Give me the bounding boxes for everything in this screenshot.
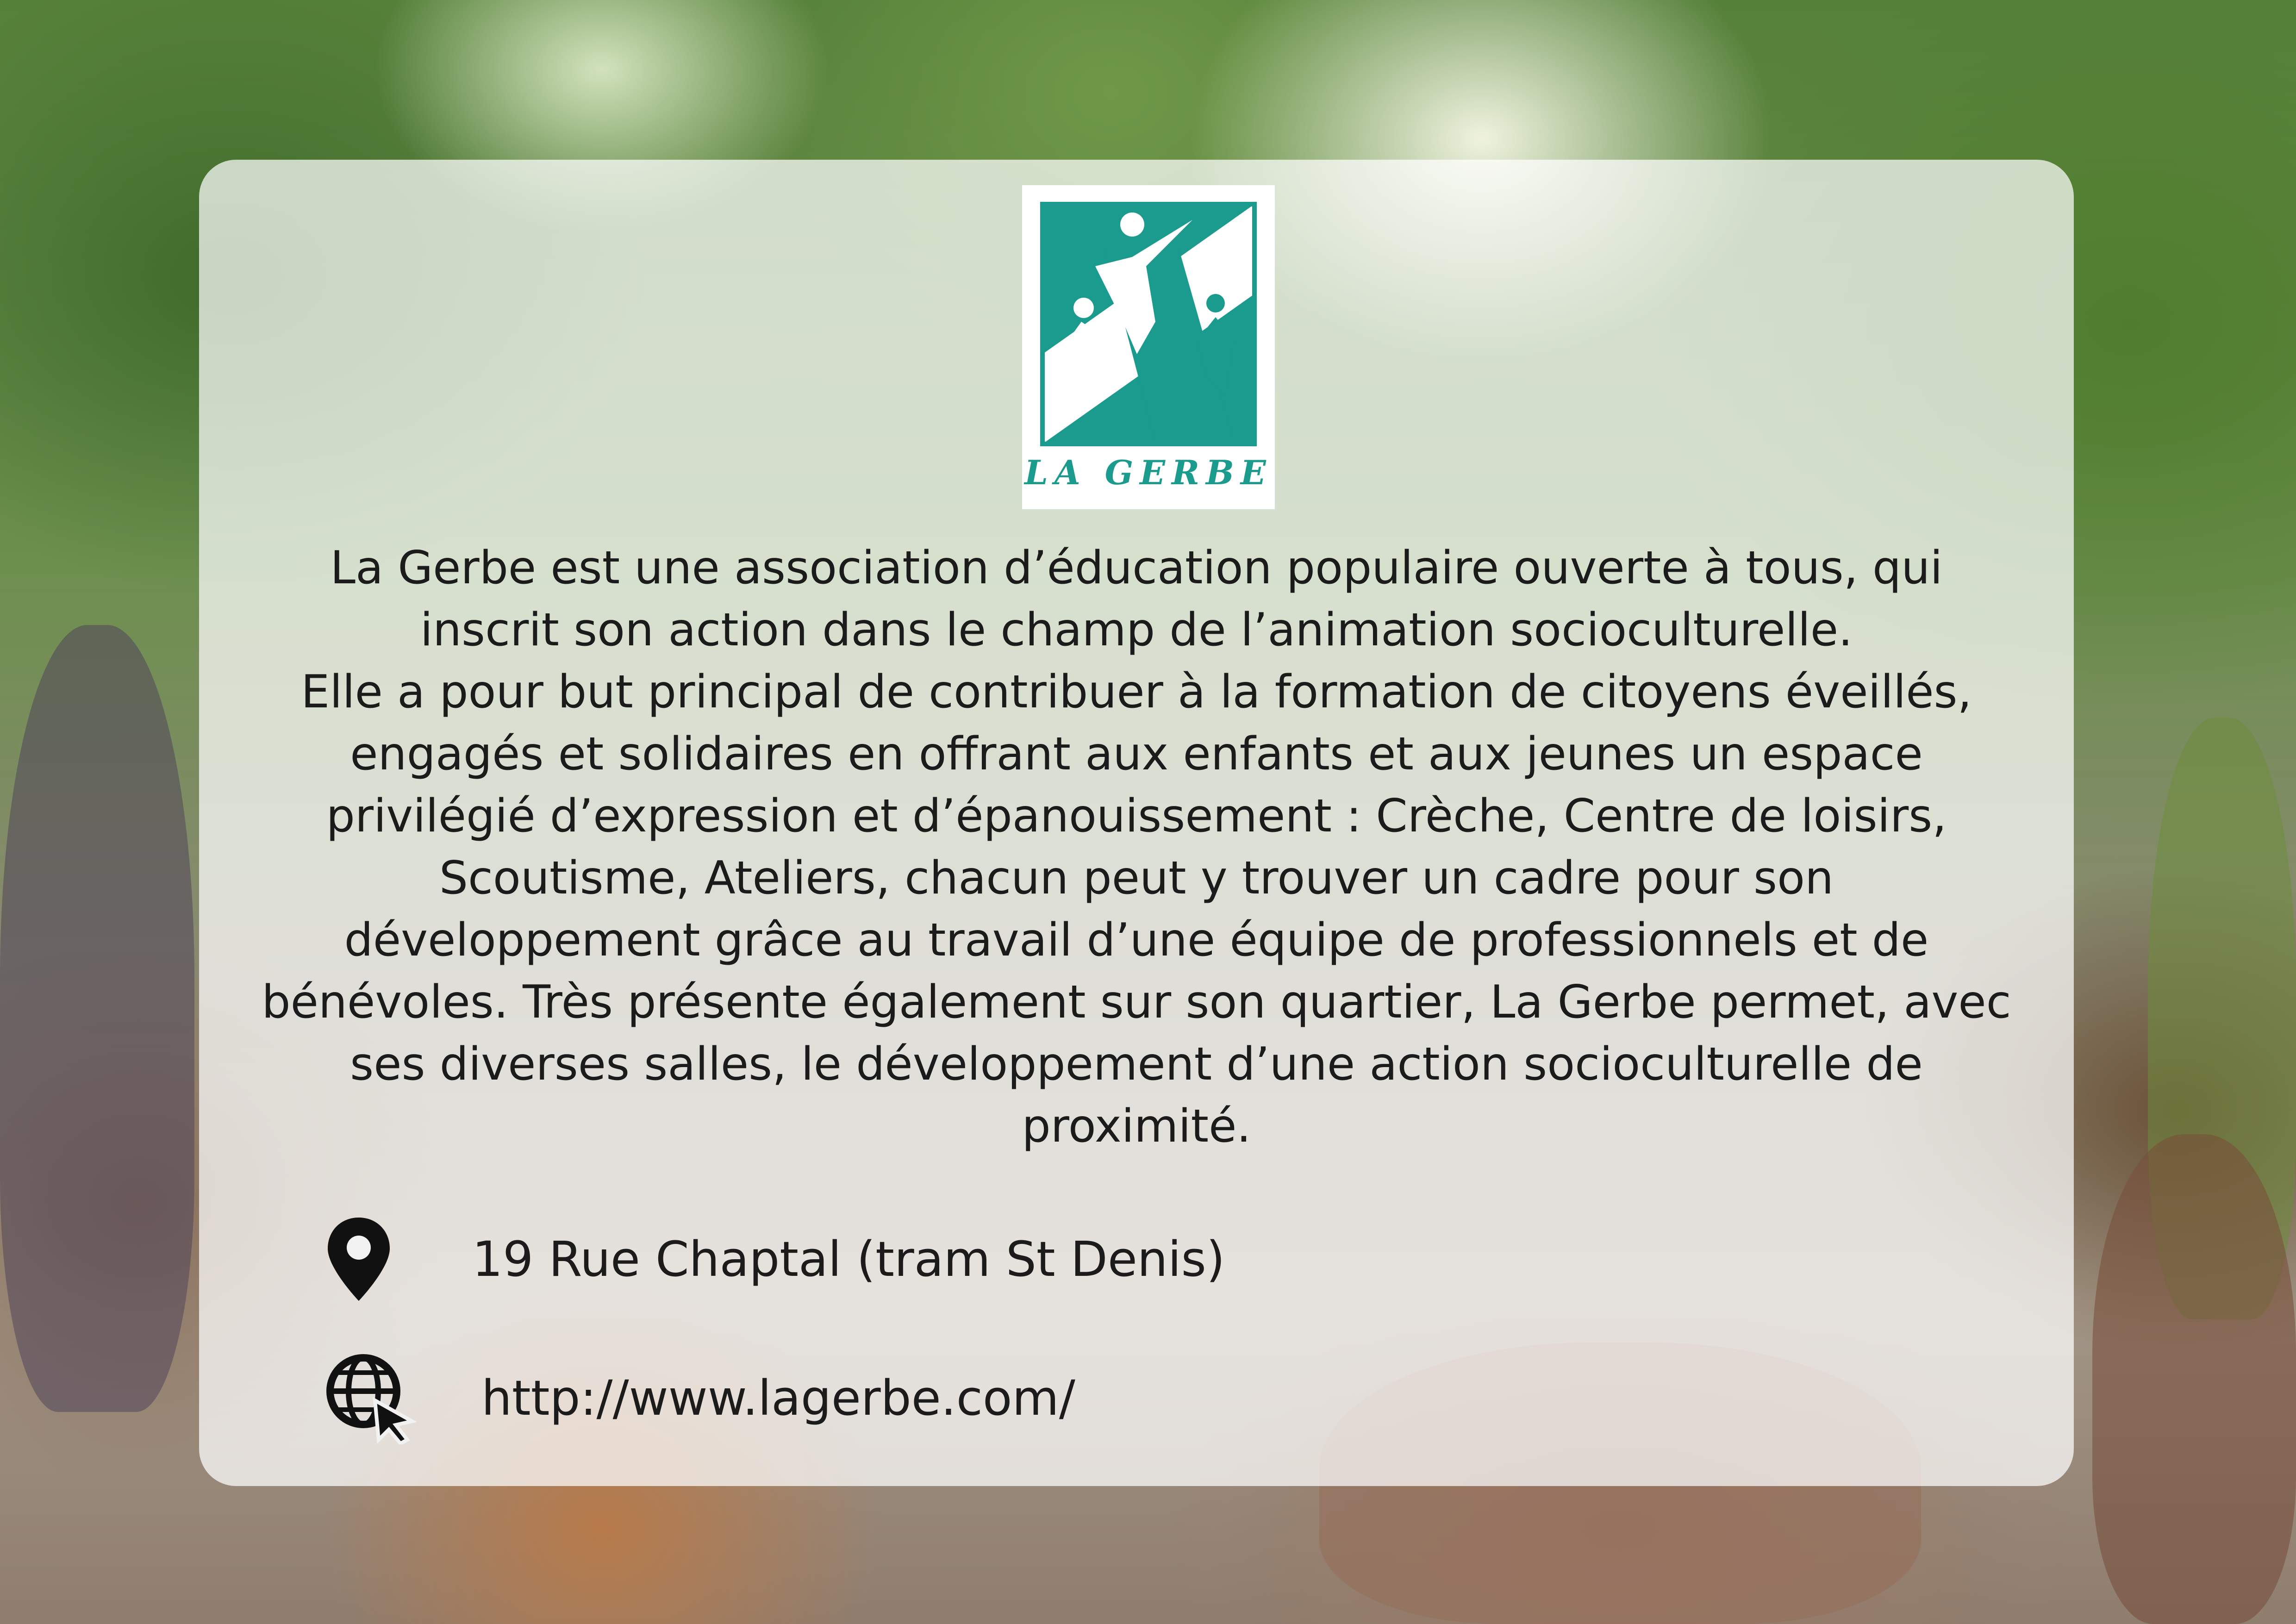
la-gerbe-logo: LA GERBE xyxy=(1022,185,1275,509)
map-pin-icon xyxy=(324,1215,393,1303)
description-paragraph-2: Elle a pour but principal de contribuer … xyxy=(262,666,2011,1153)
website-link[interactable]: http://www.lagerbe.com/ xyxy=(481,1370,1075,1426)
association-description: La Gerbe est une association d’éducation… xyxy=(259,537,2014,1157)
website-row: http://www.lagerbe.com/ xyxy=(324,1352,1075,1446)
background-person xyxy=(0,625,194,1412)
logo-emblem xyxy=(1040,202,1257,446)
address-row: 19 Rue Chaptal (tram St Denis) xyxy=(324,1215,1225,1303)
background-person xyxy=(2092,1134,2296,1624)
description-paragraph-1: La Gerbe est une association d’éducation… xyxy=(330,542,1943,656)
logo-wordmark: LA GERBE xyxy=(1024,453,1273,492)
address-text: 19 Rue Chaptal (tram St Denis) xyxy=(472,1231,1225,1287)
globe-cursor-icon xyxy=(324,1352,417,1446)
